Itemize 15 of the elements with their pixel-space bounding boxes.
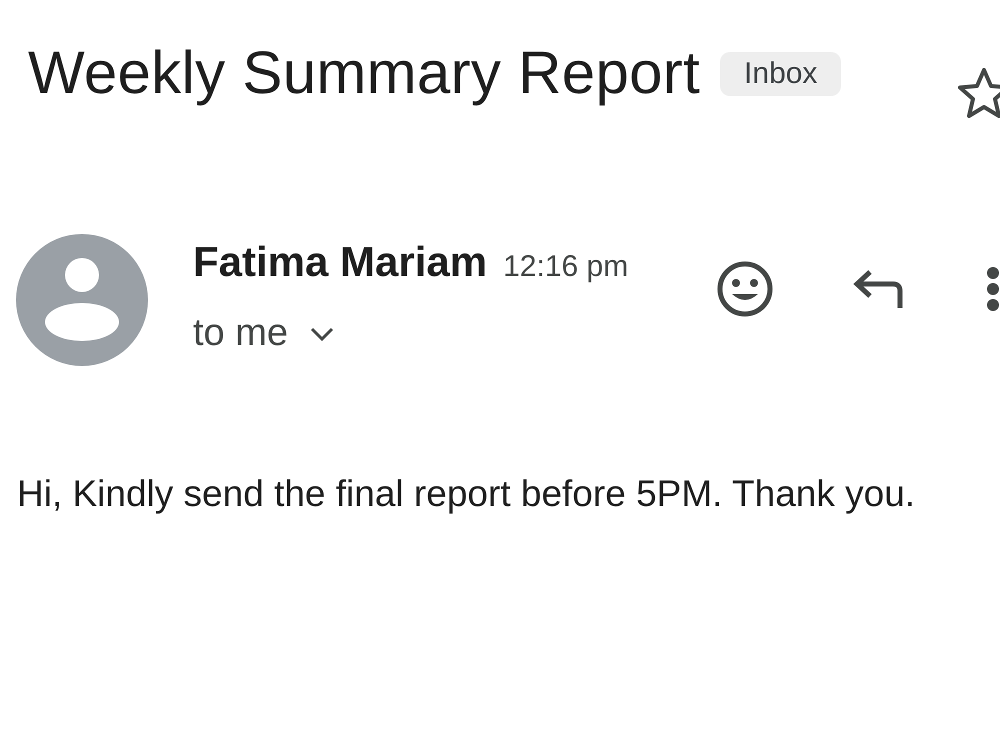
reply-button[interactable] [853, 269, 903, 309]
message-time: 12:16 pm [503, 249, 628, 285]
emoji-reaction-button[interactable] [717, 261, 773, 317]
more-options-button[interactable] [986, 266, 1000, 312]
more-vertical-icon [986, 266, 1000, 312]
subject-title: Weekly Summary Report [28, 38, 700, 108]
chevron-down-icon[interactable] [310, 327, 334, 341]
recipient-text[interactable]: to me [193, 310, 288, 356]
star-icon[interactable] [958, 68, 1000, 120]
sender-name: Fatima Mariam [193, 237, 488, 287]
inbox-label[interactable]: Inbox [720, 52, 842, 96]
smiley-icon [717, 261, 773, 317]
message-body: Hi, Kindly send the final report before 5PM. Thank you. [16, 472, 916, 516]
reply-icon [853, 269, 903, 309]
avatar-icon[interactable] [16, 234, 148, 366]
